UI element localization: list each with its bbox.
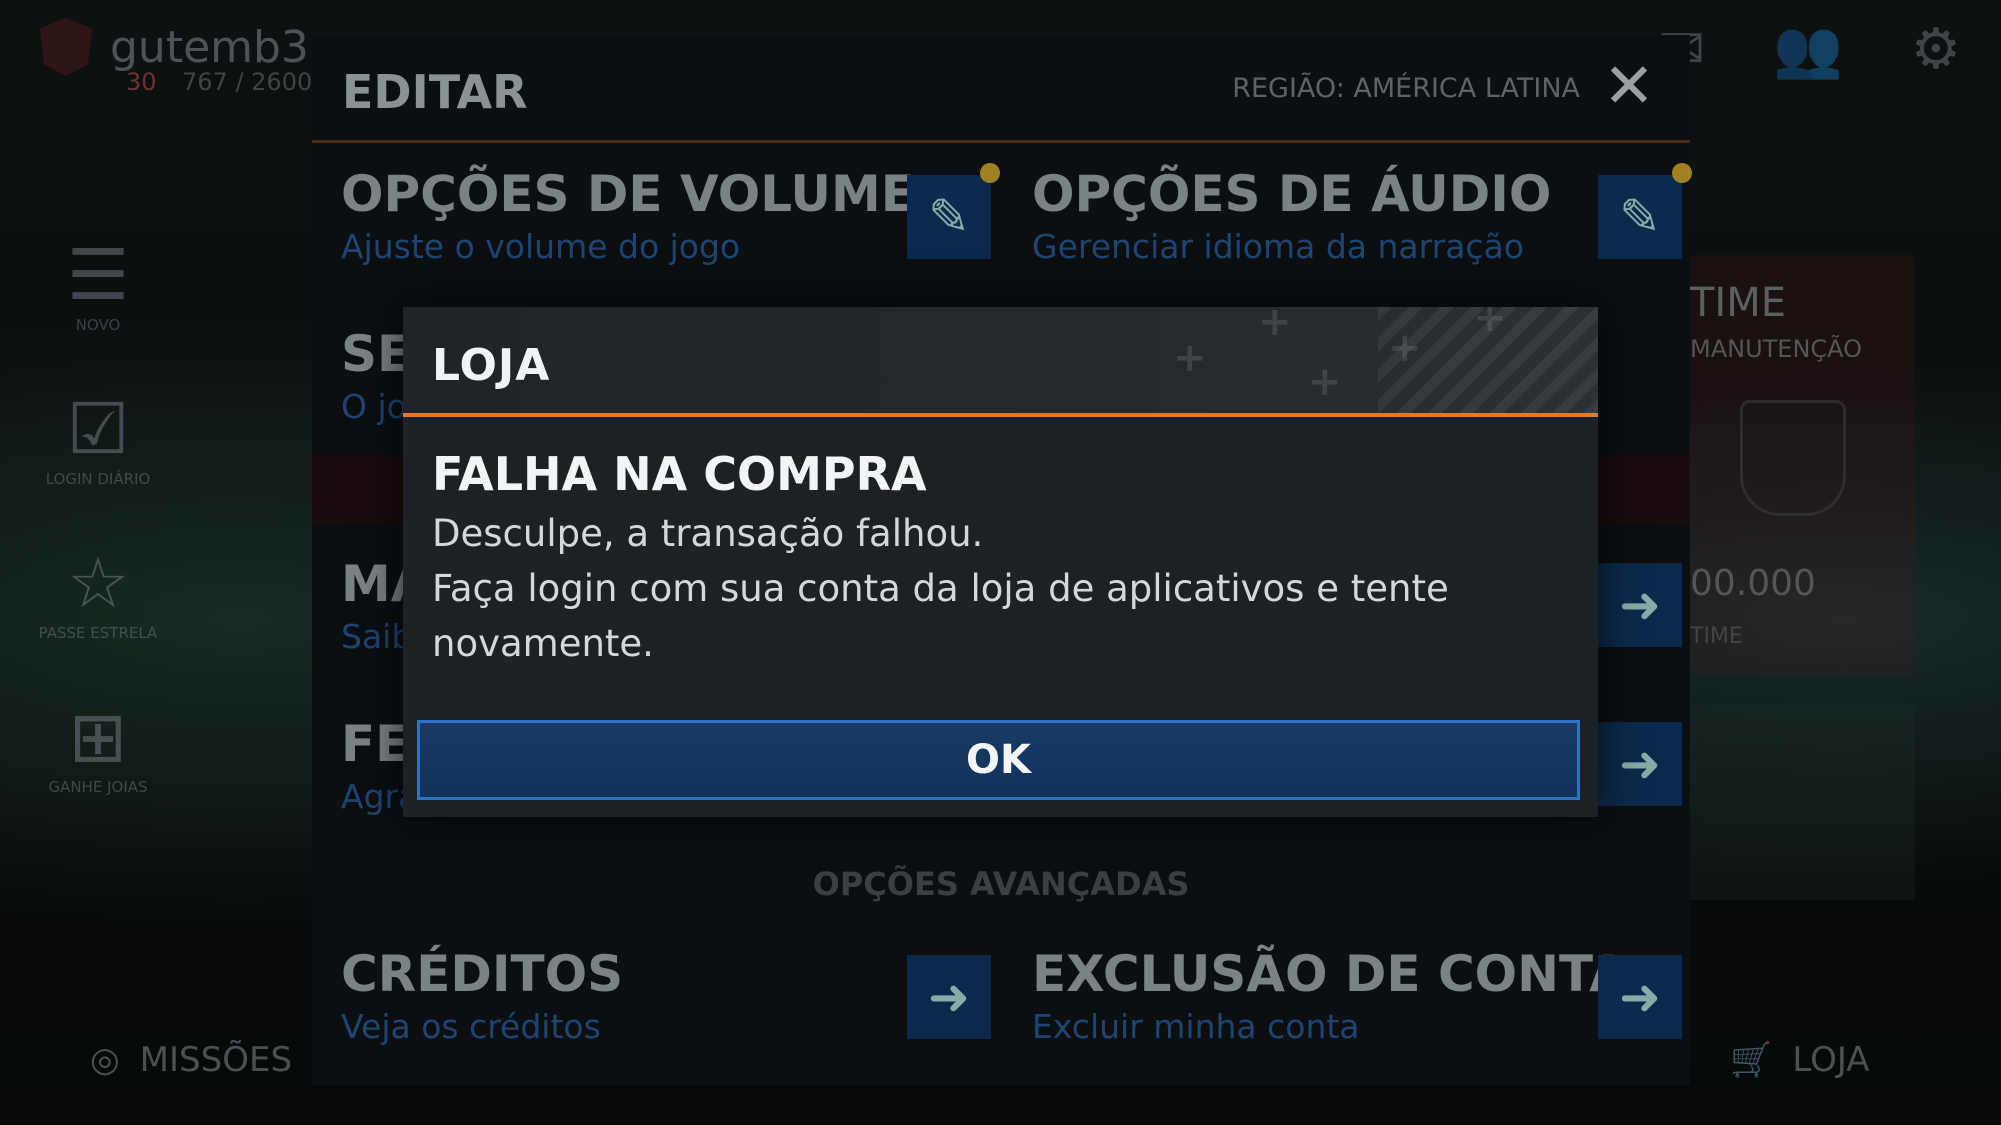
level-badge: 30: [126, 68, 157, 96]
left-rail: ☰ NOVO ☑ LOGIN DIÁRIO ☆ PASSE ESTRELA ⊞ …: [28, 240, 168, 856]
decor-plus-icon: +: [1173, 335, 1207, 381]
arrow-right-icon[interactable]: ➜: [1598, 563, 1682, 647]
store-button[interactable]: 🛒 LOJA: [1730, 1040, 1870, 1080]
store-label: LOJA: [1792, 1040, 1870, 1080]
cart-icon: 🛒: [1730, 1040, 1773, 1080]
calendar-check-icon: ☑: [66, 388, 130, 470]
region-label: REGIÃO: AMÉRICA LATINA: [1232, 73, 1580, 104]
club-crest-icon: [40, 18, 92, 76]
target-icon: ◎: [90, 1040, 120, 1080]
dialog-header: + + + + + LOJA: [403, 307, 1598, 417]
profile-name: gutemb3: [110, 21, 309, 73]
missions-button[interactable]: ◎ MISSÕES: [90, 1040, 292, 1080]
team-panel-money: 00.000: [1690, 563, 1816, 604]
rail-label: NOVO: [75, 316, 121, 334]
option-audio[interactable]: OPÇÕES DE ÁUDIO Gerenciar idioma da narr…: [1018, 165, 1693, 285]
arrow-right-icon[interactable]: ➜: [1598, 955, 1682, 1039]
settings-title: EDITAR: [342, 65, 528, 119]
gift-icon: ⊞: [68, 696, 128, 778]
gear-icon[interactable]: ⚙: [1911, 22, 1961, 78]
team-panel-title: TIME: [1690, 280, 1787, 326]
team-panel-label: TIME: [1690, 624, 1743, 649]
option-volume[interactable]: OPÇÕES DE VOLUME Ajuste o volume do jogo: [327, 165, 1002, 285]
xp-progress-text: 767 / 2600: [182, 68, 313, 96]
decor-plus-icon: +: [1258, 307, 1292, 345]
settings-header: EDITAR REGIÃO: AMÉRICA LATINA ✕: [312, 35, 1690, 143]
missions-label: MISSÕES: [139, 1040, 293, 1080]
option-creditos[interactable]: CRÉDITOS Veja os créditos: [327, 945, 1002, 1065]
option-title: EXCLUSÃO DE CONTA: [1032, 945, 1628, 1003]
option-subtitle: Ajuste o volume do jogo: [341, 227, 741, 266]
rail-label: PASSE ESTRELA: [38, 624, 158, 642]
rail-item-passe-estrela[interactable]: ☆ PASSE ESTRELA: [28, 548, 168, 642]
arrow-right-icon[interactable]: ➜: [1598, 722, 1682, 806]
option-subtitle: Gerenciar idioma da narração: [1032, 227, 1524, 266]
close-icon[interactable]: ✕: [1603, 55, 1655, 117]
rail-item-login-diario[interactable]: ☑ LOGIN DIÁRIO: [28, 394, 168, 488]
decor-plus-icon: +: [1308, 359, 1342, 405]
edit-pencil-icon[interactable]: ✎: [1598, 175, 1682, 259]
team-rating-badge-icon: [1740, 400, 1846, 516]
dialog-title: LOJA: [432, 340, 551, 391]
dialog-message-title: FALHA NA COMPRA: [432, 447, 927, 501]
option-title: CRÉDITOS: [341, 945, 624, 1003]
rail-item-ganhe-joias[interactable]: ⊞ GANHE JOIAS: [28, 702, 168, 796]
star-shield-icon: ☆: [66, 542, 130, 624]
team-panel-subtitle: MANUTENÇÃO: [1690, 335, 1863, 363]
option-subtitle: Veja os créditos: [341, 1007, 601, 1046]
list-icon: ☰: [66, 234, 130, 316]
dialog-message: Desculpe, a transação falhou. Faça login…: [432, 512, 1449, 665]
option-title: OPÇÕES DE ÁUDIO: [1032, 165, 1552, 223]
promo-panel[interactable]: [1690, 705, 1915, 900]
option-title: OPÇÕES DE VOLUME: [341, 165, 915, 223]
ok-button[interactable]: OK: [417, 720, 1580, 800]
option-subtitle: Excluir minha conta: [1032, 1007, 1360, 1046]
edit-pencil-icon[interactable]: ✎: [907, 175, 991, 259]
rail-label: LOGIN DIÁRIO: [45, 470, 151, 488]
arrow-right-icon[interactable]: ➜: [907, 955, 991, 1039]
rail-item-novo[interactable]: ☰ NOVO: [28, 240, 168, 334]
option-exclusao-conta[interactable]: EXCLUSÃO DE CONTA Excluir minha conta: [1018, 945, 1693, 1065]
notification-dot: [1672, 163, 1692, 183]
top-right-icons: ✉ 👥 ⚙: [1658, 22, 1961, 78]
decor-stripes: [1378, 307, 1598, 413]
notification-dot: [980, 163, 1000, 183]
friends-icon[interactable]: 👥: [1773, 22, 1843, 78]
rail-label: GANHE JOIAS: [48, 778, 148, 796]
advanced-options-label: OPÇÕES AVANÇADAS: [812, 865, 1190, 903]
purchase-failed-dialog: + + + + + LOJA FALHA NA COMPRA Desculpe,…: [403, 307, 1598, 817]
